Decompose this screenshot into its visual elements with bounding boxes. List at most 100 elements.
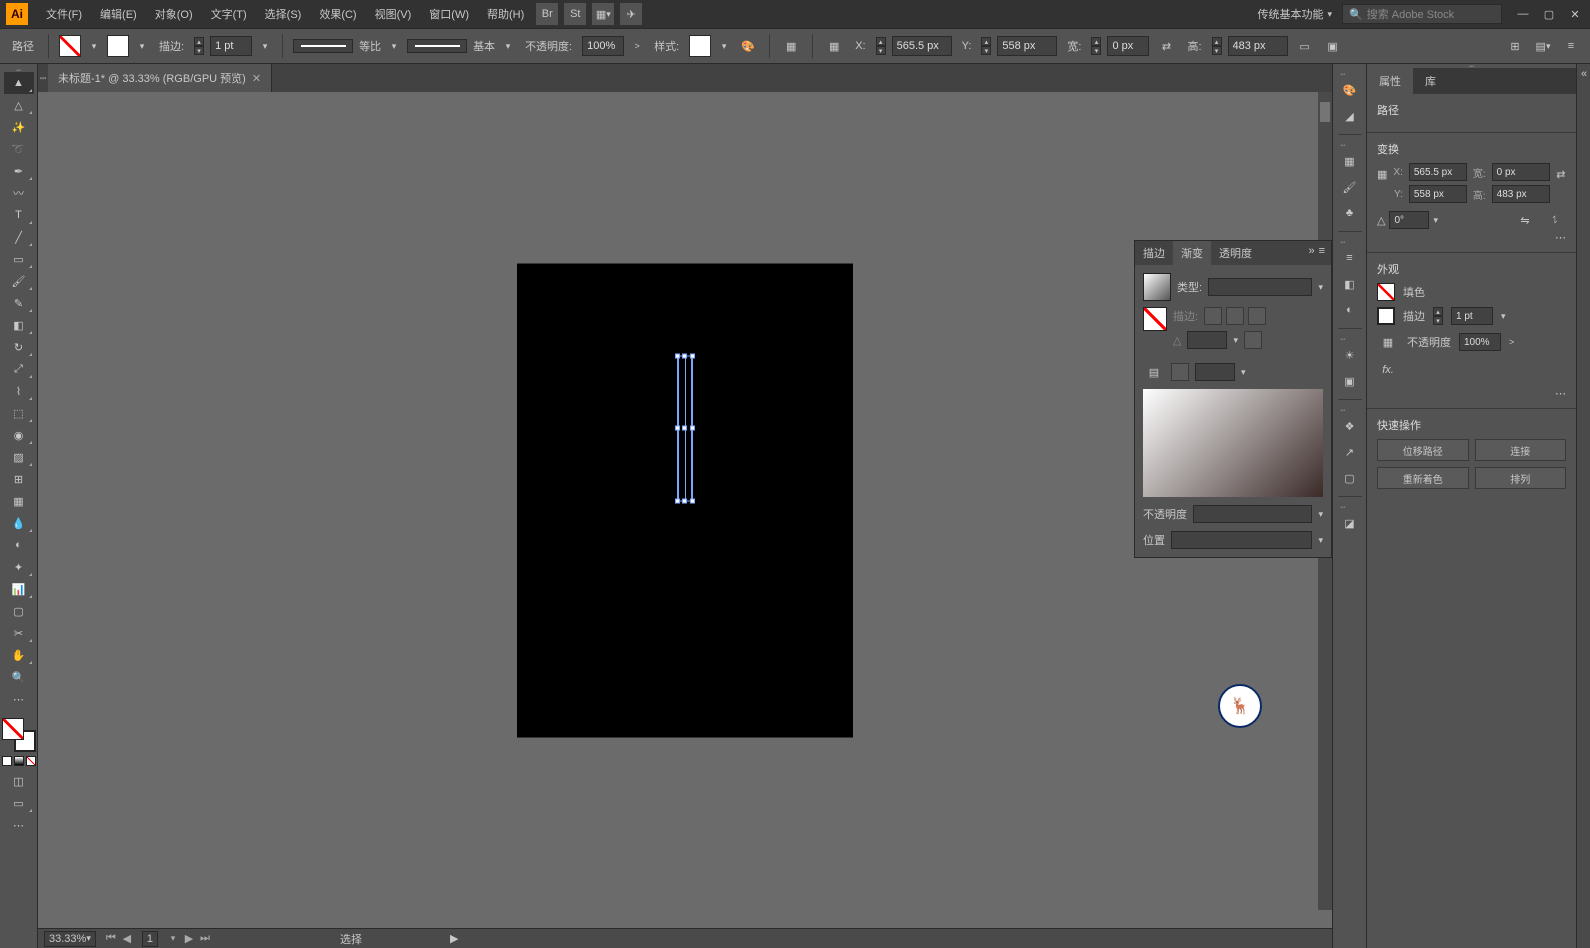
menu-help[interactable]: 帮助(H) (479, 2, 532, 26)
panel-collapse-icon[interactable]: » (1308, 245, 1314, 261)
eraser-tool[interactable]: ◧ (4, 314, 34, 336)
flip-h-icon[interactable]: ⇋ (1514, 209, 1536, 231)
blend-tool[interactable]: ◐ (4, 534, 34, 556)
window-minimize-icon[interactable]: — (1514, 7, 1532, 21)
stroke-stepper[interactable]: ▴▾ (194, 37, 204, 55)
asset-export-icon[interactable]: ↗ (1338, 440, 1362, 464)
stroke-profile[interactable] (293, 39, 353, 53)
props-y-input[interactable] (1409, 185, 1467, 203)
menu-edit[interactable]: 编辑(E) (92, 2, 145, 26)
color-guide-icon[interactable]: ◢ (1338, 104, 1362, 128)
w-input[interactable] (1107, 36, 1149, 56)
transform-ref-icon[interactable]: ▦ (823, 35, 845, 57)
gradient-preview[interactable] (1143, 389, 1323, 497)
stroke-dropdown[interactable]: ▾ (135, 39, 149, 53)
graphic-styles-icon[interactable]: ▣ (1338, 369, 1362, 393)
appearance-more-icon[interactable]: ⋯ (1377, 387, 1566, 400)
menu-select[interactable]: 选择(S) (257, 2, 310, 26)
toolbox-toggle[interactable]: ⋯ (4, 688, 34, 710)
artboard-nav[interactable]: ⏮◀ (104, 932, 134, 946)
free-transform-tool[interactable]: ⬚ (4, 402, 34, 424)
artboard[interactable] (517, 264, 853, 738)
props-stroke-swatch[interactable] (1377, 307, 1395, 325)
fill-swatch[interactable] (59, 35, 81, 57)
gradient-aspect[interactable] (1171, 363, 1189, 381)
page-field[interactable]: 1 (142, 931, 158, 947)
gradient-fillstroke-icon[interactable] (1143, 307, 1167, 331)
slice-tool[interactable]: ✂ (4, 622, 34, 644)
align-icon[interactable]: ▦ (780, 35, 802, 57)
bridge-icon[interactable]: Br (536, 3, 558, 25)
appearance-panel-icon[interactable]: ☀ (1338, 343, 1362, 367)
rotate-tool[interactable]: ↻ (4, 336, 34, 358)
layers-panel-icon[interactable]: ❖ (1338, 414, 1362, 438)
h-input[interactable] (1228, 36, 1288, 56)
expand-panels-icon[interactable]: « (1577, 64, 1590, 84)
tab-transparency[interactable]: 透明度 (1211, 241, 1260, 265)
tab-stroke[interactable]: 描边 (1135, 241, 1173, 265)
close-icon[interactable]: ✕ (252, 72, 261, 85)
symbol-sprayer-tool[interactable]: ✦ (4, 556, 34, 578)
perspective-tool[interactable]: ▨ (4, 446, 34, 468)
direct-selection-tool[interactable]: △ (4, 94, 34, 116)
hand-tool[interactable]: ✋ (4, 644, 34, 666)
color-panel-icon[interactable]: 🎨 (1338, 78, 1362, 102)
selection-tool[interactable]: ▲ (4, 72, 34, 94)
curvature-tool[interactable]: 〰 (4, 182, 34, 204)
style-swatch[interactable] (689, 35, 711, 57)
window-maximize-icon[interactable]: ▢ (1540, 7, 1558, 21)
rectangle-tool[interactable]: ▭ (4, 248, 34, 270)
recolor-button[interactable]: 重新着色 (1377, 467, 1469, 489)
stock-icon[interactable]: St (564, 3, 586, 25)
stroke-panel-icon[interactable]: ≡ (1338, 246, 1362, 270)
symbols-panel-icon[interactable]: ♣ (1338, 201, 1362, 225)
transform-more-icon[interactable]: ⋯ (1377, 231, 1566, 244)
zoom-tool[interactable]: 🔍 (4, 666, 34, 688)
paintbrush-tool[interactable]: 🖌 (4, 270, 34, 292)
tab-gradient[interactable]: 渐变 (1173, 241, 1211, 265)
brush-definition[interactable] (407, 39, 467, 53)
fill-dropdown[interactable]: ▾ (87, 39, 101, 53)
menu-effect[interactable]: 效果(C) (311, 2, 364, 26)
workspace-switcher[interactable]: 传统基本功能▾ (1249, 3, 1340, 25)
menu-type[interactable]: 文字(T) (203, 2, 255, 26)
props-x-input[interactable] (1409, 163, 1467, 181)
artboard-tool[interactable]: ▢ (4, 600, 34, 622)
isolate-icon[interactable]: ▣ (1322, 35, 1344, 57)
list-icon[interactable]: ≡ (1560, 35, 1582, 57)
menu-object[interactable]: 对象(O) (147, 2, 201, 26)
props-angle-input[interactable] (1389, 211, 1429, 229)
transparency-panel-icon[interactable]: ◐ (1338, 298, 1362, 322)
width-tool[interactable]: ⌇ (4, 380, 34, 402)
search-stock-input[interactable]: 🔍 搜索 Adobe Stock (1342, 4, 1502, 24)
tab-grip[interactable]: ┅ (38, 72, 48, 85)
lasso-tool[interactable]: ➰ (4, 138, 34, 160)
magic-wand-tool[interactable]: ✨ (4, 116, 34, 138)
selected-object[interactable] (677, 356, 693, 502)
reference-point-icon[interactable]: ▦ (1377, 163, 1387, 185)
flip-v-icon[interactable]: ⥍ (1544, 209, 1566, 231)
fill-color-icon[interactable] (2, 718, 24, 740)
props-w-input[interactable] (1492, 163, 1550, 181)
brushes-panel-icon[interactable]: 🖌 (1338, 175, 1362, 199)
pixel-grid-icon[interactable]: ⊞ (1504, 35, 1526, 57)
line-tool[interactable]: ╱ (4, 226, 34, 248)
pen-tool[interactable]: ✒ (4, 160, 34, 182)
menu-view[interactable]: 视图(V) (367, 2, 420, 26)
shaper-tool[interactable]: ✎ (4, 292, 34, 314)
menu-window[interactable]: 窗口(W) (421, 2, 477, 26)
panel-menu-icon[interactable]: ≡ (1319, 245, 1325, 261)
mesh-tool[interactable]: ⊞ (4, 468, 34, 490)
fx-icon[interactable]: fx. (1377, 359, 1399, 381)
draw-mode-icon[interactable]: ◫ (4, 770, 34, 792)
offset-path-button[interactable]: 位移路径 (1377, 439, 1469, 461)
link-wh-props-icon[interactable]: ⇄ (1556, 163, 1566, 185)
stop-location-select[interactable] (1171, 531, 1312, 549)
menu-file[interactable]: 文件(F) (38, 2, 90, 26)
column-graph-tool[interactable]: 📊 (4, 578, 34, 600)
gradient-panel-icon[interactable]: ◧ (1338, 272, 1362, 296)
gradient-tool[interactable]: ▦ (4, 490, 34, 512)
type-tool[interactable]: T (4, 204, 34, 226)
tab-libraries[interactable]: 库 (1413, 68, 1448, 94)
shape-builder-tool[interactable]: ◉ (4, 424, 34, 446)
